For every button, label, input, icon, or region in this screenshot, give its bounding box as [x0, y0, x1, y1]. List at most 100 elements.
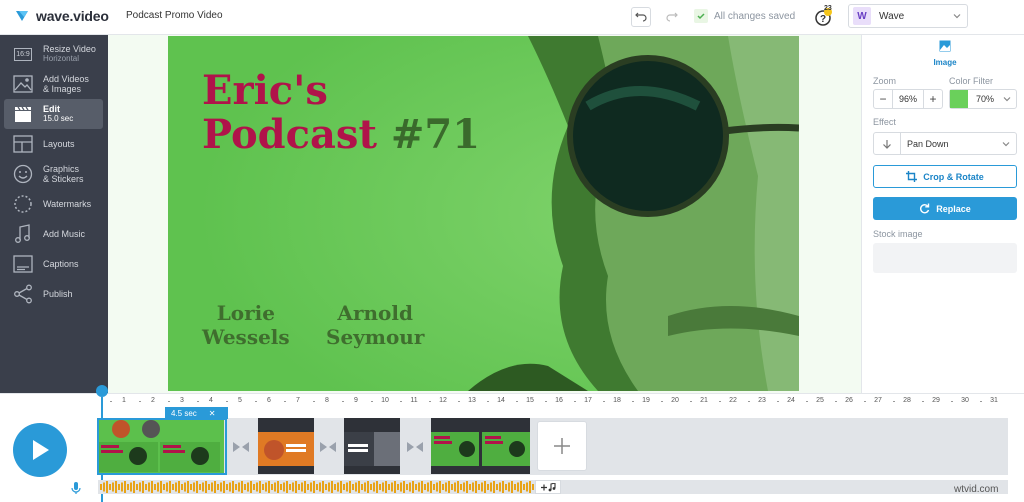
waveform-bar [427, 482, 429, 492]
waveform-bar [436, 482, 438, 492]
playhead-handle[interactable] [96, 385, 108, 397]
waveform-bar [289, 484, 291, 490]
color-filter-select[interactable]: 70% [949, 89, 1017, 109]
waveform-bar [205, 481, 207, 493]
effect-value: Pan Down [907, 138, 949, 149]
waveform-bar [241, 481, 243, 493]
ruler-tick-mark [951, 401, 953, 402]
waveform-bar [517, 482, 519, 492]
watermark: wtvid.com [954, 484, 999, 495]
guest-2-last: Seymour [326, 325, 425, 349]
waveform-bar [100, 484, 102, 490]
sidebar-item-graphics[interactable]: Graphics & Stickers [4, 159, 103, 189]
app-logo[interactable]: wave.video [14, 8, 109, 24]
waveform-bar [439, 481, 441, 493]
transition-icon[interactable] [319, 440, 337, 458]
ruler-tick-mark [197, 401, 199, 402]
sidebar-item-layouts[interactable]: Layouts [4, 129, 103, 159]
redo-button[interactable] [662, 7, 682, 27]
ruler-tick-label: 24 [787, 397, 795, 404]
ruler-tick-label: 5 [238, 397, 242, 404]
play-button[interactable] [13, 423, 67, 477]
crop-icon [906, 171, 918, 182]
transition-icon[interactable] [406, 440, 424, 458]
effect-select[interactable]: Pan Down [873, 132, 1017, 155]
timeline-ruler[interactable]: 1 2 3 4 5 6 7 8 9 10 11 12 13 14 15 16 17 18 19 20 21 22 23 24 2… [98, 394, 1024, 408]
waveform-bar [310, 482, 312, 492]
clip-3[interactable] [344, 418, 400, 474]
undo-button[interactable] [631, 7, 651, 27]
zoom-stepper[interactable]: − 96% + [873, 89, 943, 109]
video-title[interactable]: Eric's Podcast #71 [202, 69, 480, 157]
guest-name-2[interactable]: Arnold Seymour [326, 301, 424, 349]
layouts-icon [12, 133, 34, 155]
waveform-bar [418, 482, 420, 492]
ruler-tick-label: 7 [296, 397, 300, 404]
sidebar-item-edit[interactable]: Edit 15.0 sec [4, 99, 103, 129]
sidebar-item-label: Add Videos [43, 74, 89, 84]
clip-2[interactable] [258, 418, 314, 474]
sidebar-item-label-2: & Images [43, 84, 82, 94]
project-title[interactable]: Podcast Promo Video [126, 10, 223, 21]
close-icon[interactable]: ✕ [209, 409, 216, 418]
color-filter-swatch[interactable] [950, 90, 968, 108]
waveform-bar [238, 482, 240, 492]
waveform-bar [304, 481, 306, 493]
ruler-tick-label: 3 [180, 397, 184, 404]
waveform-bar [214, 481, 216, 493]
waveform-bar [235, 484, 237, 490]
transition-icon[interactable] [232, 440, 250, 458]
waveform-bar [268, 481, 270, 493]
sidebar-item-label: Edit [43, 104, 60, 114]
crop-rotate-button[interactable]: Crop & Rotate [873, 165, 1017, 188]
title-line-2: Podcast [202, 111, 377, 158]
sidebar-item-add-videos[interactable]: Add Videos & Images [4, 69, 103, 99]
waveform-bar [334, 484, 336, 490]
waveform-bar [325, 484, 327, 490]
waveform-bar [352, 484, 354, 490]
stock-image-box[interactable] [873, 243, 1017, 273]
record-voice-button[interactable] [66, 478, 86, 498]
clip-3-thumbnail [344, 418, 400, 474]
zoom-value[interactable]: 96% [892, 90, 924, 108]
waveform-bar [127, 484, 129, 490]
waveform-bar [406, 484, 408, 490]
waveform-bar [322, 481, 324, 493]
video-preview[interactable]: Eric's Podcast #71 Lorie Wessels Arnold … [168, 36, 799, 391]
sidebar-item-captions[interactable]: Captions [4, 249, 103, 279]
sidebar-item-label: Captions [43, 259, 79, 269]
waveform-bar [208, 484, 210, 490]
add-music-button[interactable] [535, 480, 561, 494]
sidebar-item-resize[interactable]: 16:9 Resize Video Horizontal [4, 39, 103, 69]
ruler-tick-mark [400, 401, 402, 402]
sidebar-item-music[interactable]: Add Music [4, 219, 103, 249]
waveform-bar [469, 484, 471, 490]
sidebar-item-watermarks[interactable]: Watermarks [4, 189, 103, 219]
ruler-tick-label: 6 [267, 397, 271, 404]
guest-name-1[interactable]: Lorie Wessels [202, 301, 290, 349]
zoom-minus-button[interactable]: − [874, 90, 892, 108]
ruler-tick-mark [371, 401, 373, 402]
waveform-bar [217, 484, 219, 490]
aspect-ratio-badge: 16:9 [14, 47, 32, 61]
add-clip-button[interactable] [537, 421, 587, 471]
tab-image[interactable]: Image [930, 39, 960, 67]
help-button[interactable]: ? 23 [814, 5, 832, 26]
clip-duration: 4.5 sec [171, 408, 197, 418]
ruler-tick-label: 16 [555, 397, 563, 404]
waveform-bar [229, 482, 231, 492]
redo-icon [666, 12, 678, 22]
ruler-tick-mark [922, 401, 924, 402]
selected-clip-outline [97, 418, 227, 475]
clip-4[interactable] [431, 418, 530, 474]
workspace-select[interactable]: W Wave [848, 4, 968, 28]
waveform-bar [154, 484, 156, 490]
clip-duration-tag[interactable]: 4.5 sec ✕ [165, 407, 228, 419]
music-icon [12, 223, 34, 245]
waveform-bar [178, 481, 180, 493]
ruler-tick-mark [980, 401, 982, 402]
replace-button[interactable]: Replace [873, 197, 1017, 220]
zoom-plus-button[interactable]: + [924, 90, 942, 108]
waveform-bar [124, 481, 126, 493]
sidebar-item-publish[interactable]: Publish [4, 279, 103, 309]
